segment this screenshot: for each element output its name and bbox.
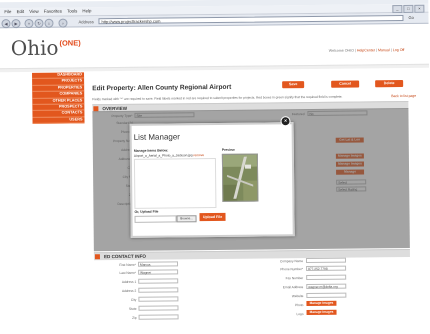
website-label: Website	[291, 294, 304, 299]
helpcenter-link[interactable]: HelpCenter	[357, 48, 375, 52]
browse-button[interactable]: Browse...	[176, 215, 197, 223]
photo-label: Photo	[295, 303, 304, 308]
top-links-separator: |	[354, 48, 356, 53]
list-item: Airport_a_Aerial_a_Photo_a_Jackson.jpg r…	[134, 153, 204, 158]
city-label: City	[130, 297, 137, 302]
address1-label: Address 1	[121, 279, 137, 284]
browser-menu-items: File Edit View Favorites Tools Help	[0, 7, 91, 16]
company-name-field[interactable]	[305, 257, 347, 264]
dialog-title: List Manager	[133, 132, 180, 142]
items-list-box	[133, 157, 217, 209]
logo-badge: (ONE)	[59, 38, 81, 48]
page-title: Edit Property: Allen County Regional Air…	[92, 83, 232, 93]
company-name-label: Company Name	[279, 259, 304, 264]
address1-field[interactable]	[138, 278, 179, 284]
remove-link[interactable]: remove	[193, 153, 204, 157]
zip-field[interactable]	[138, 314, 179, 320]
stop-icon[interactable]: ×	[24, 18, 34, 28]
state-select[interactable]	[138, 305, 179, 311]
email-address-field[interactable]: wagner.m@delta.org	[306, 283, 347, 290]
close-icon[interactable]: ×	[280, 116, 291, 127]
maximize-button[interactable]: □	[403, 4, 414, 14]
upload-label: Or, Upload File	[134, 209, 159, 214]
manual-link[interactable]: Manual	[378, 48, 390, 52]
city-field[interactable]	[138, 296, 179, 302]
sidebar-nav: DASHBOARD PROJECTS PROPERTIES COMPANIES …	[32, 72, 85, 125]
first-name-field[interactable]: Marcus	[137, 261, 179, 267]
back-icon[interactable]: ◀	[1, 19, 11, 29]
welcome-text: Welcome OHIO	[328, 48, 354, 53]
phone-number-field[interactable]: 877.252.7798	[306, 265, 347, 272]
preview-label: Preview	[221, 147, 235, 152]
save-button[interactable]: Save	[282, 81, 305, 89]
logo-manage-images-button[interactable]: Manage Images	[306, 309, 337, 316]
address2-label: Address 2	[121, 288, 137, 293]
menu-help[interactable]: Help	[82, 7, 91, 15]
sidebar-item-users[interactable]: USERS	[32, 117, 85, 125]
zip-label: Zip	[132, 315, 137, 320]
screenshot-stage: File Edit View Favorites Tools Help _ □ …	[0, 0, 430, 334]
required-fields-note: Fields marked with "*" are required to s…	[92, 94, 343, 102]
aerial-photo-icon	[222, 154, 258, 201]
website-field[interactable]	[306, 292, 347, 299]
delete-button[interactable]: Delete	[375, 80, 404, 88]
address-label: Address	[78, 19, 94, 25]
fax-number-label: Fax Number	[285, 276, 304, 281]
back-to-list-link[interactable]: Back to list page	[391, 94, 416, 98]
logo-label: Logo	[296, 312, 304, 317]
minimize-button[interactable]: _	[392, 5, 403, 14]
home-icon[interactable]: ⌂	[44, 18, 54, 28]
first-name-label: First Name*	[119, 262, 137, 268]
file-name[interactable]: Airport_a_Aerial_a_Photo_a_Jackson.jpg	[134, 153, 193, 158]
menu-edit[interactable]: Edit	[17, 8, 25, 16]
logoff-link[interactable]: Log Off	[393, 48, 405, 52]
section-square-icon	[94, 254, 100, 260]
menu-tools[interactable]: Tools	[67, 7, 77, 15]
fax-number-field[interactable]	[306, 274, 347, 281]
refresh-icon[interactable]: ↻	[34, 18, 44, 28]
menu-file[interactable]: File	[4, 8, 11, 16]
cancel-button[interactable]: Cancel	[331, 80, 360, 88]
menu-view[interactable]: View	[29, 8, 39, 16]
upload-file-button[interactable]: Upload File	[199, 212, 226, 222]
ed-contact-title: ED CONTACT INFO	[103, 253, 146, 260]
window-controls: _ □ ×	[392, 4, 425, 14]
photo-manage-images-button[interactable]: Manage Images	[306, 300, 337, 307]
preview-image	[221, 153, 259, 202]
phone-number-label: Phone Number*	[280, 267, 304, 272]
menu-favorites[interactable]: Favorites	[44, 8, 62, 16]
logo-text: Ohio	[10, 35, 59, 61]
forward-icon[interactable]: ▶	[11, 19, 21, 29]
upload-file-input[interactable]	[134, 215, 177, 223]
header-divider	[0, 63, 429, 73]
go-button[interactable]: Go	[408, 15, 413, 20]
state-label: State	[129, 306, 137, 311]
last-name-label: Last Name*	[119, 270, 137, 276]
top-links-separator: |	[390, 48, 392, 53]
address2-field[interactable]	[138, 287, 179, 293]
address-input[interactable]: http://www.projecttrackershp.com	[98, 15, 404, 25]
search-icon[interactable]: ⌕	[58, 18, 68, 28]
last-name-field[interactable]: Wagner	[138, 269, 179, 275]
site-logo[interactable]: Ohio(ONE)	[11, 35, 81, 60]
manage-items-label: Manage Items Below:	[133, 148, 169, 153]
close-window-button[interactable]: ×	[414, 4, 425, 13]
email-address-label: Email Address	[282, 285, 304, 290]
top-links: Welcome OHIO | HelpCenter | Manual | Log…	[329, 48, 405, 53]
